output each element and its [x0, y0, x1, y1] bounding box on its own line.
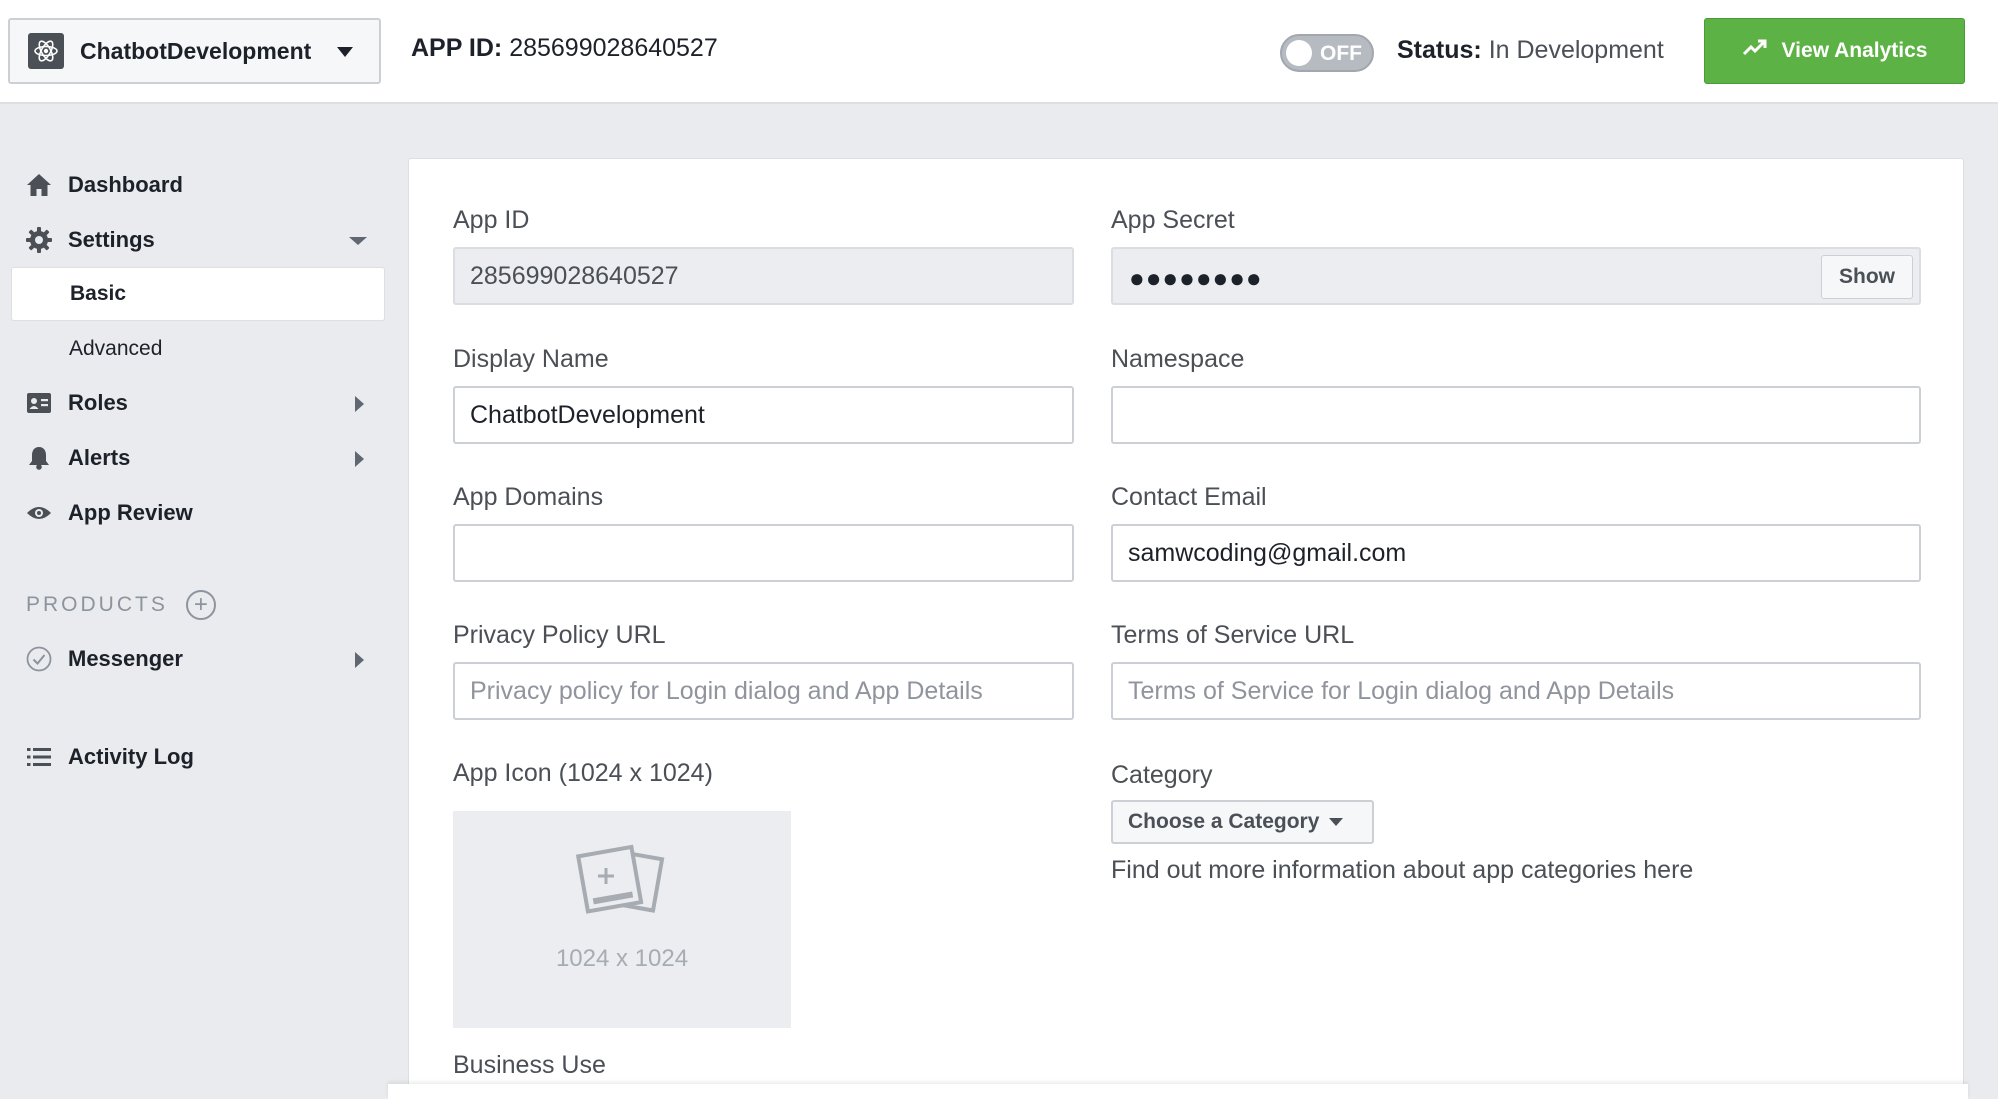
app-icon-size-text: 1024 x 1024 — [555, 945, 689, 972]
sidebar-item-label: Alerts — [68, 445, 131, 470]
app-icon-upload[interactable]: 1024 x 1024 — [453, 811, 791, 1028]
chevron-right-icon — [355, 396, 364, 412]
gear-icon — [24, 225, 54, 255]
check-circle-icon — [24, 644, 54, 674]
status-value: In Development — [1488, 36, 1664, 64]
app-id-field[interactable] — [453, 247, 1074, 305]
display-name-field[interactable] — [453, 386, 1074, 444]
app-icon-label: App Icon (1024 x 1024) — [453, 759, 713, 787]
app-selector-dropdown[interactable]: ChatbotDevelopment — [8, 18, 381, 84]
terms-of-service-url-label: Terms of Service URL — [1111, 621, 1355, 649]
sidebar-item-roles[interactable]: Roles — [0, 380, 390, 426]
home-icon — [24, 170, 54, 200]
app-status: Status: In Development — [1397, 36, 1664, 65]
id-card-icon — [24, 388, 54, 418]
show-secret-button[interactable]: Show — [1821, 255, 1913, 299]
chevron-right-icon — [355, 451, 364, 467]
app-id-header-value: 285699028640527 — [509, 34, 718, 62]
list-icon — [24, 742, 54, 772]
contact-email-field[interactable] — [1111, 524, 1921, 582]
sidebar-subitem-label: Basic — [70, 282, 127, 305]
contact-email-label: Contact Email — [1111, 483, 1267, 511]
app-secret-label: App Secret — [1111, 206, 1235, 234]
sidebar-item-label: Roles — [68, 390, 128, 415]
sidebar-item-settings[interactable]: Settings — [0, 217, 390, 263]
bell-icon — [24, 443, 54, 473]
terms-of-service-url-field[interactable] — [1111, 662, 1921, 720]
chevron-down-icon — [337, 47, 353, 57]
category-info-message: Find out more information about app cate… — [1111, 856, 1637, 884]
toggle-label: OFF — [1320, 42, 1362, 65]
app-id-label: App ID — [453, 206, 530, 234]
sidebar: Dashboard Settings Basic Advanced Roles … — [0, 104, 390, 1099]
add-product-icon[interactable]: + — [185, 590, 216, 620]
business-use-label: Business Use — [453, 1051, 606, 1079]
sidebar-item-label: App Review — [68, 500, 193, 525]
app-domains-label: App Domains — [453, 483, 604, 511]
app-id-header-label: APP ID: — [411, 34, 503, 62]
chevron-right-icon — [355, 652, 364, 668]
sidebar-subitem-advanced[interactable]: Advanced — [11, 322, 385, 376]
sidebar-item-alerts[interactable]: Alerts — [0, 435, 390, 481]
privacy-policy-url-label: Privacy Policy URL — [453, 621, 666, 649]
top-bar: ChatbotDevelopment APP ID: 2856990286405… — [0, 0, 1998, 104]
app-domains-field[interactable] — [453, 524, 1074, 582]
app-secret-field: ●●●●●●●● Show — [1111, 247, 1921, 305]
choose-category-dropdown[interactable]: Choose a Category — [1111, 800, 1374, 844]
live-mode-toggle[interactable]: OFF — [1280, 34, 1374, 72]
sidebar-item-label: Messenger — [68, 646, 183, 671]
category-info-text: Find out more information about app cate… — [1111, 856, 1693, 885]
namespace-label: Namespace — [1111, 345, 1245, 373]
bottom-save-bar — [388, 1084, 1968, 1099]
display-name-label: Display Name — [453, 345, 609, 373]
status-label: Status: — [1397, 36, 1482, 64]
toggle-knob — [1286, 40, 1312, 66]
app-id-header: APP ID: 285699028640527 — [411, 34, 718, 63]
sidebar-subitem-basic[interactable]: Basic — [11, 267, 385, 321]
eye-icon — [24, 498, 54, 528]
sidebar-subitem-label: Advanced — [69, 337, 163, 360]
sidebar-item-label: Settings — [68, 227, 155, 252]
sidebar-item-dashboard[interactable]: Dashboard — [0, 162, 390, 208]
sidebar-item-activity-log[interactable]: Activity Log — [0, 734, 390, 780]
view-analytics-button[interactable]: View Analytics — [1704, 18, 1965, 84]
sidebar-item-messenger[interactable]: Messenger — [0, 636, 390, 682]
category-info-link[interactable]: here — [1643, 856, 1693, 884]
choose-category-label: Choose a Category — [1128, 810, 1320, 833]
sidebar-item-label: Activity Log — [68, 744, 194, 769]
app-selector-name: ChatbotDevelopment — [80, 37, 312, 64]
app-secret-masked-value: ●●●●●●●● — [1129, 263, 1263, 293]
chevron-down-icon — [349, 237, 367, 245]
products-heading: PRODUCTS + — [26, 590, 216, 620]
view-analytics-label: View Analytics — [1781, 39, 1928, 62]
products-label: PRODUCTS — [26, 593, 168, 616]
sidebar-item-label: Dashboard — [68, 172, 183, 197]
add-image-icon — [575, 841, 671, 932]
privacy-policy-url-field[interactable] — [453, 662, 1074, 720]
namespace-field[interactable] — [1111, 386, 1921, 444]
atom-icon — [28, 33, 64, 69]
category-label: Category — [1111, 761, 1213, 789]
chevron-down-icon — [1329, 818, 1344, 826]
sidebar-item-app-review[interactable]: App Review — [0, 490, 390, 536]
trend-up-icon — [1742, 38, 1782, 64]
